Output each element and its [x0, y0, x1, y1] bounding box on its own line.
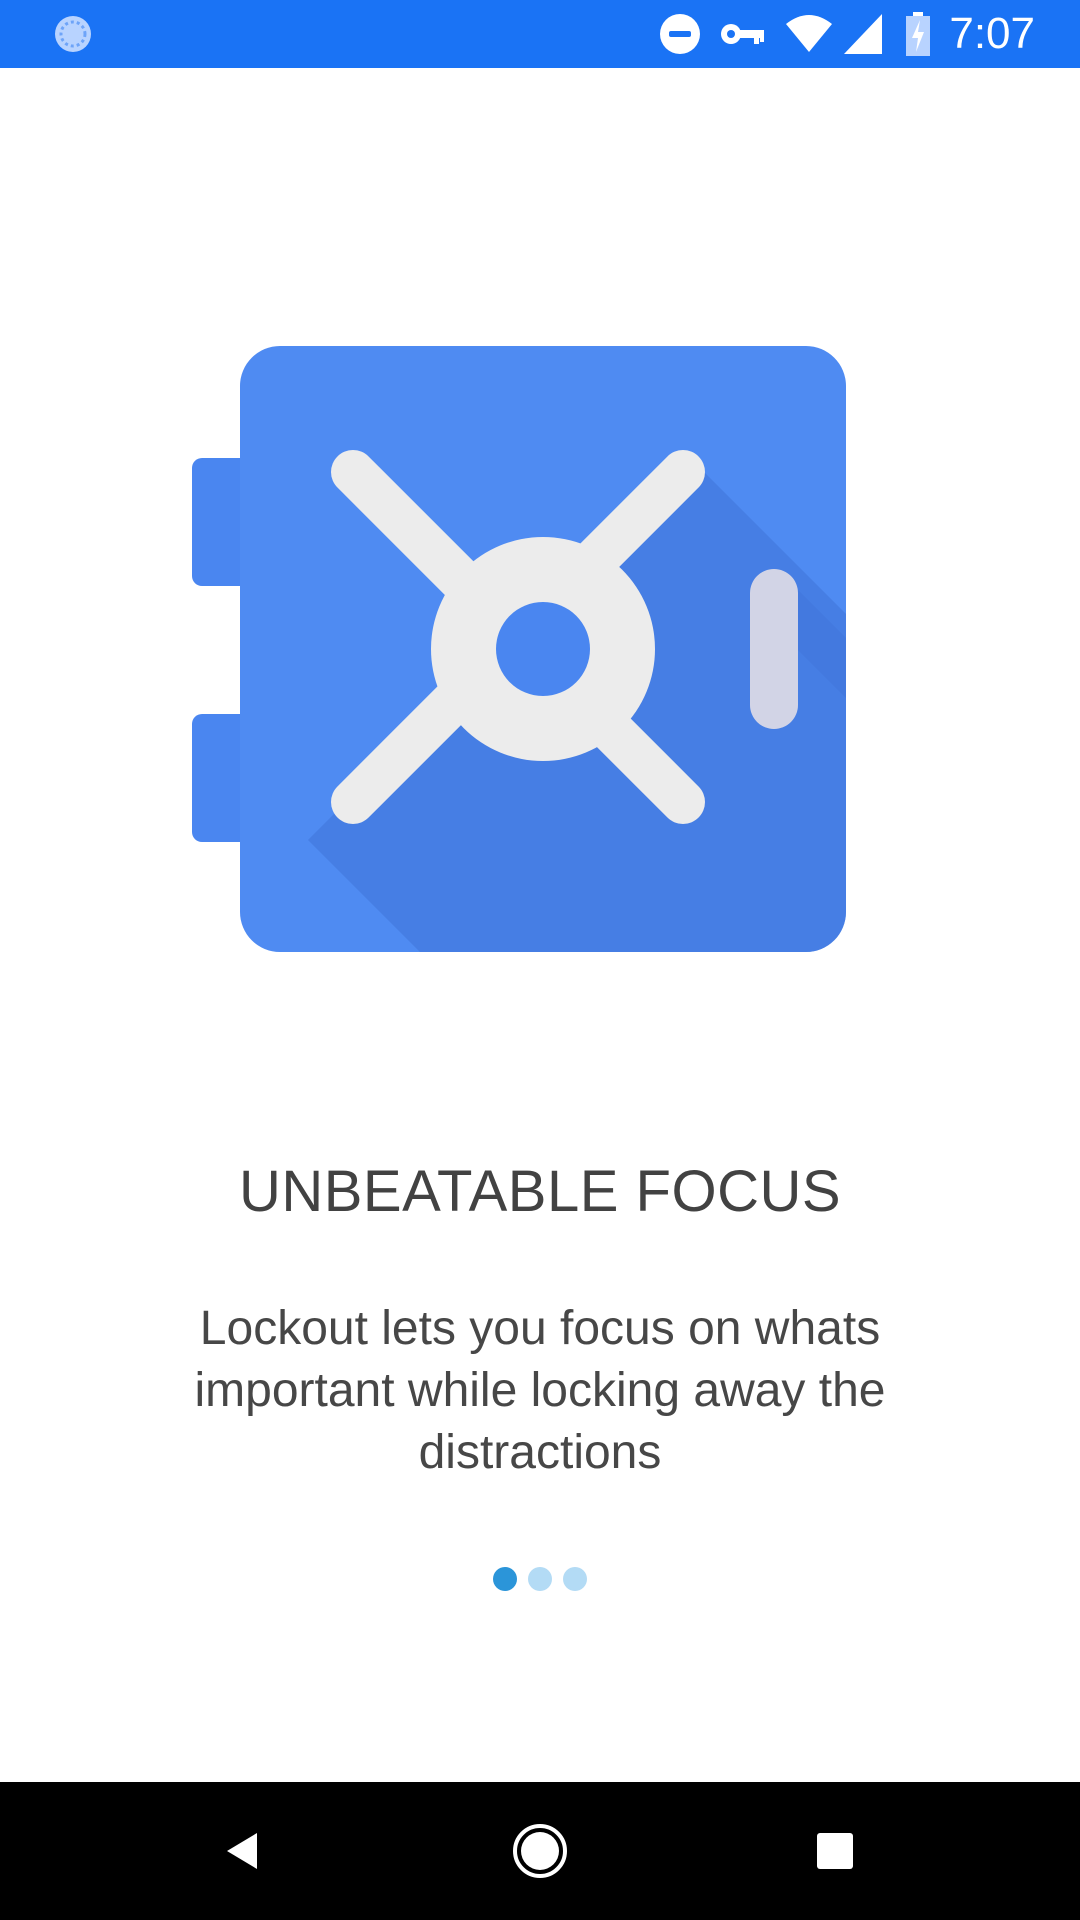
do-not-disturb-icon: [660, 14, 700, 54]
onboarding-description: Lockout lets you focus on whats importan…: [194, 1302, 886, 1479]
back-button[interactable]: [198, 1806, 288, 1896]
page-indicator: [0, 1567, 1080, 1593]
vpn-key-icon: [721, 24, 764, 44]
recents-icon: [817, 1833, 853, 1869]
status-icons: [0, 0, 1080, 68]
status-time: 7:07: [949, 9, 1035, 58]
status-bar: 7:07: [0, 0, 1080, 68]
back-icon: [227, 1833, 257, 1869]
home-button[interactable]: [495, 1806, 585, 1896]
page-dot-1[interactable]: [493, 1567, 517, 1591]
page-dot-2[interactable]: [528, 1567, 552, 1591]
onboarding-title: UNBEATABLE FOCUS: [238, 1159, 842, 1224]
onboarding-screen: 7:07 UNBEATABLE FOCUS Lockout lets you f…: [0, 0, 1080, 1920]
navigation-bar: [0, 1782, 1080, 1920]
cell-signal-icon: [844, 14, 882, 54]
page-dot-3[interactable]: [563, 1567, 587, 1591]
home-icon: [513, 1824, 567, 1878]
safe-vault-icon: [192, 346, 846, 952]
wifi-icon: [786, 15, 832, 52]
battery-charging-icon: [906, 12, 930, 56]
recents-button[interactable]: [790, 1806, 880, 1896]
